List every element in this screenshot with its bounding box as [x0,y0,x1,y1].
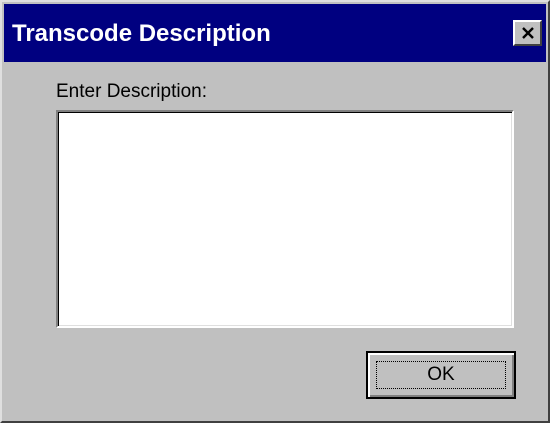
description-label: Enter Description: [56,81,208,102]
ok-button-label: OK [427,364,455,385]
ok-button[interactable]: OK [366,351,516,399]
close-button[interactable] [513,20,542,46]
title-bar[interactable]: Transcode Description [4,4,546,62]
description-input[interactable] [56,110,514,328]
transcode-description-dialog: Transcode Description Enter Description:… [0,0,550,423]
window-title: Transcode Description [12,20,271,47]
close-icon [522,27,534,39]
